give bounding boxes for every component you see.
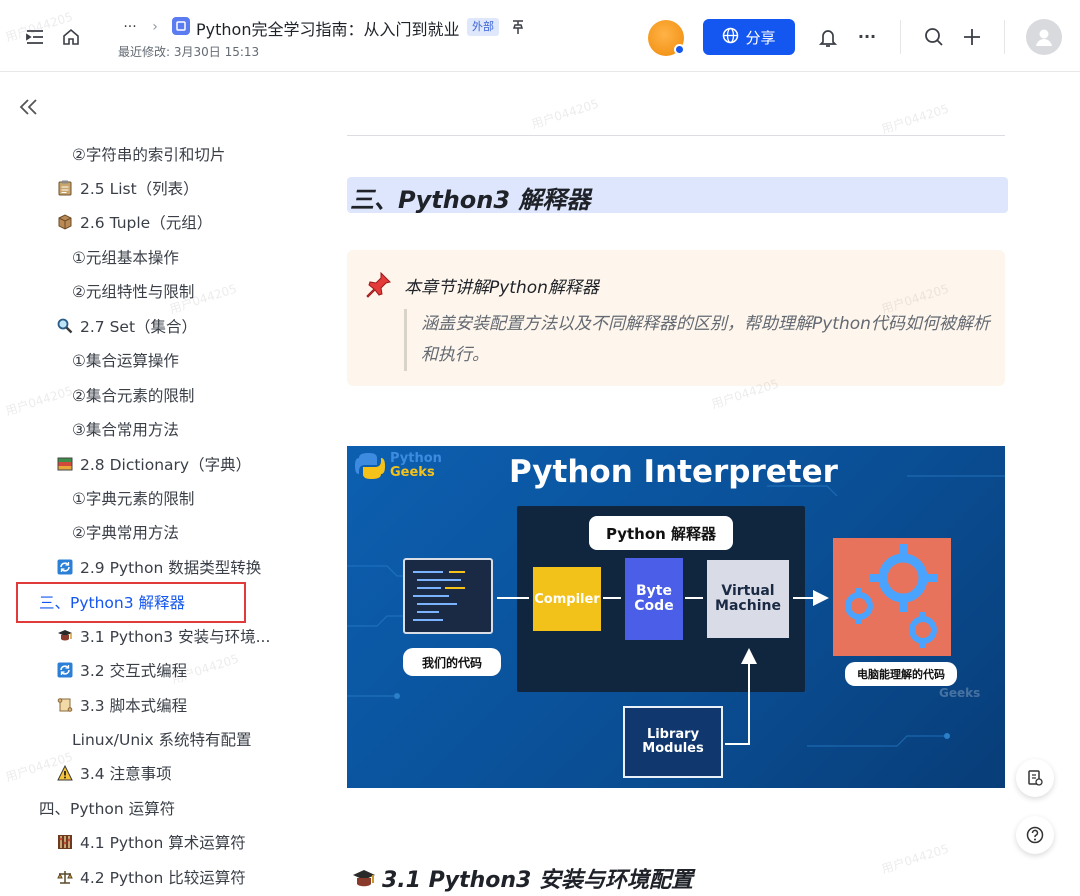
mortarboard-icon — [352, 868, 376, 896]
figure-watermark: Geeks — [939, 686, 981, 700]
doc-type-icon — [172, 17, 190, 35]
toc-item[interactable]: 3.4 注意事项 — [56, 762, 172, 784]
presence-dot — [674, 44, 685, 55]
toc-item[interactable]: ②元组特性与限制 — [72, 280, 194, 302]
last-modified: 最近修改: 3月30日 15:13 — [118, 45, 260, 59]
toc-item[interactable]: 3.3 脚本式编程 — [56, 694, 187, 716]
books-icon — [56, 455, 74, 473]
outline-toggle-icon[interactable] — [24, 27, 46, 47]
toc-item[interactable]: 四、Python 运算符 — [39, 797, 175, 819]
toc-item[interactable]: ②集合元素的限制 — [72, 384, 194, 406]
divider — [1004, 20, 1005, 54]
toc-label: ①元组基本操作 — [72, 249, 179, 267]
toc-label: 2.6 Tuple（元组） — [80, 214, 213, 232]
breadcrumb-chevron-icon: › — [152, 19, 158, 35]
abacus-icon — [56, 833, 74, 851]
callout-title: 本章节讲解Python解释器 — [404, 278, 599, 298]
toc-item[interactable]: ②字符串的索引和切片 — [72, 143, 225, 165]
toc-label: ②元组特性与限制 — [72, 283, 195, 301]
toc-item[interactable]: Linux/Unix 系统特有配置 — [72, 728, 252, 750]
toc-label: 3.4 注意事项 — [80, 765, 172, 783]
toc-label: 四、Python 运算符 — [39, 800, 176, 818]
collapse-sidebar-icon[interactable] — [18, 97, 40, 122]
toc-label: 3.1 Python3 安装与环境... — [80, 628, 271, 646]
toc-item[interactable]: 4.1 Python 算术运算符 — [56, 831, 246, 853]
external-badge: 外部 — [467, 18, 499, 36]
scales-icon — [56, 868, 74, 886]
box-icon — [56, 213, 74, 231]
callout-quote: 涵盖安装配置方法以及不同解释器的区别，帮助理解Python代码如何被解析和执行。 — [404, 309, 994, 371]
divider — [347, 135, 1005, 136]
doc-info-button[interactable] — [1016, 759, 1054, 797]
bell-icon[interactable] — [816, 26, 840, 50]
top-bar: ··· › Python完全学习指南：从入门到就业 外部 最近修改: 3月30日… — [0, 0, 1080, 72]
interpreter-diagram-image: Python Geeks Python Interpreter Python 解… — [347, 446, 1005, 788]
toc-label: ②字典常用方法 — [72, 524, 179, 542]
toc-label: 3.2 交互式编程 — [80, 662, 188, 680]
subsection-heading-text: 3.1 Python3 安装与环境配置 — [382, 868, 694, 893]
plus-icon[interactable] — [960, 25, 984, 49]
magnifier-icon — [56, 317, 74, 335]
doc-info-icon — [1028, 770, 1043, 786]
toc-label: ①字典元素的限制 — [72, 490, 195, 508]
toc-item[interactable]: 3.1 Python3 安装与环境... — [56, 625, 270, 647]
toc-label: 4.1 Python 算术运算符 — [80, 834, 246, 852]
toc-item-active[interactable]: 三、Python3 解释器 — [39, 591, 185, 613]
toc-item[interactable]: 2.6 Tuple（元组） — [56, 211, 212, 233]
refresh-icon — [56, 661, 74, 679]
clipboard-icon — [56, 179, 74, 197]
toc-item[interactable]: ①集合运算操作 — [72, 349, 179, 371]
pin-icon[interactable] — [509, 17, 527, 37]
toc-item[interactable]: 2.7 Set（集合） — [56, 315, 197, 337]
warning-icon — [56, 764, 74, 782]
subsection-heading: 3.1 Python3 安装与环境配置 — [352, 862, 693, 896]
toc-item[interactable]: ①元组基本操作 — [72, 246, 179, 268]
toc-label: 2.8 Dictionary（字典） — [80, 456, 252, 474]
toc-item[interactable]: 3.2 交互式编程 — [56, 659, 187, 681]
section-heading: 三、Python3 解释器 — [350, 186, 591, 214]
toc-label: 2.5 List（列表） — [80, 180, 199, 198]
doc-title[interactable]: Python完全学习指南：从入门到就业 — [196, 16, 459, 40]
flow-arrows — [497, 446, 1005, 745]
share-button[interactable]: 分享 — [703, 19, 795, 55]
refresh-icon — [56, 558, 74, 576]
toc-item[interactable]: ③集合常用方法 — [72, 418, 179, 440]
help-icon — [1026, 826, 1044, 844]
toc-label: 2.9 Python 数据类型转换 — [80, 559, 262, 577]
help-button[interactable] — [1016, 816, 1054, 854]
toc-item[interactable]: 2.5 List（列表） — [56, 177, 199, 199]
scroll-icon — [56, 696, 74, 714]
toc-label: 2.7 Set（集合） — [80, 318, 198, 336]
toc-item[interactable]: 2.8 Dictionary（字典） — [56, 453, 251, 475]
pushpin-icon — [364, 271, 392, 303]
toc-label: 3.3 脚本式编程 — [80, 697, 188, 715]
toc-item[interactable]: ②字典常用方法 — [72, 521, 179, 543]
search-icon[interactable] — [922, 25, 946, 49]
toc-label: ②字符串的索引和切片 — [72, 146, 226, 164]
toc-item[interactable]: ①字典元素的限制 — [72, 487, 194, 509]
home-icon[interactable] — [60, 26, 82, 48]
toc-label: ③集合常用方法 — [72, 421, 179, 439]
toc-item[interactable]: 4.2 Python 比较运算符 — [56, 866, 246, 888]
globe-icon — [722, 27, 739, 48]
toc-label: ①集合运算操作 — [72, 352, 179, 370]
divider — [900, 20, 901, 54]
share-label: 分享 — [745, 28, 776, 47]
toc-item[interactable]: 2.9 Python 数据类型转换 — [56, 556, 261, 578]
toc-label: 4.2 Python 比较运算符 — [80, 869, 246, 887]
breadcrumb-more[interactable]: ··· — [120, 16, 140, 38]
toc-label: Linux/Unix 系统特有配置 — [72, 731, 252, 749]
more-menu[interactable]: ··· — [852, 24, 882, 48]
mortarboard-icon — [56, 627, 74, 645]
user-avatar[interactable] — [1026, 19, 1062, 55]
toc-label: ②集合元素的限制 — [72, 387, 195, 405]
toc-label: 三、Python3 解释器 — [39, 594, 186, 612]
